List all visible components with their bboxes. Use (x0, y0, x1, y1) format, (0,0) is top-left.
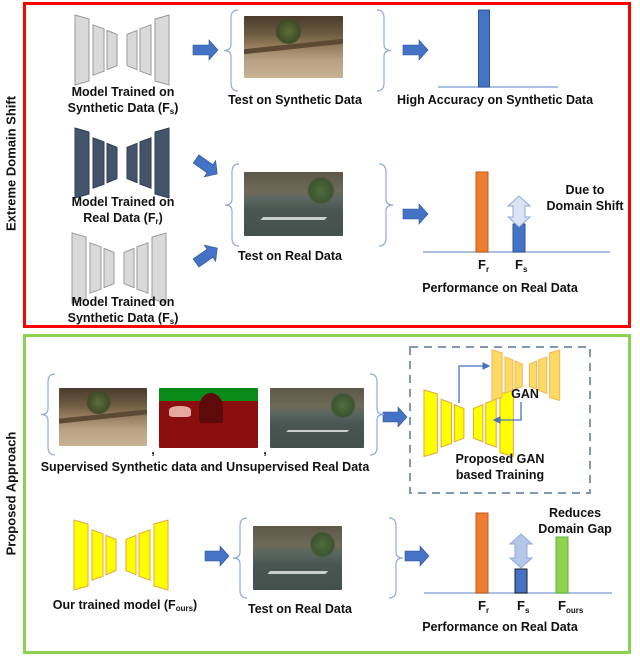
chart-tick-label: Fs (515, 257, 528, 274)
network-layer-block (74, 14, 90, 86)
test-label-real: Test on Real Data (238, 249, 342, 263)
chart-bar (475, 171, 489, 253)
network-icon-gan-segmenter (423, 389, 514, 458)
model-label-line1: Model Trained on (71, 85, 175, 99)
data-label: Supervised Synthetic data and Unsupervis… (40, 460, 370, 474)
network-layer-block (105, 534, 117, 576)
flow-arrows (192, 39, 430, 567)
network-icon-synthetic-bottom (71, 232, 167, 304)
chart-bar (475, 512, 489, 594)
chart-synthetic-accuracy (438, 9, 558, 88)
network-layer-block (139, 24, 152, 76)
network-layer-block (103, 247, 115, 289)
chart-bar (512, 223, 526, 253)
network-layer-block (74, 127, 90, 199)
network-layer-block (125, 534, 137, 576)
double-arrow-icon (508, 533, 534, 569)
test-label-synthetic: Test on Synthetic Data (228, 93, 362, 107)
network-layer-block (138, 529, 151, 581)
flow-arrow-icon (402, 39, 429, 61)
network-layer-block (71, 232, 87, 304)
chart-tick-label: Fr (478, 598, 489, 615)
network-layer-block (154, 14, 170, 86)
annotation-domain-gap: Reduces Domain Gap (520, 505, 630, 537)
flow-arrow-icon (402, 203, 429, 225)
network-layer-block (423, 389, 438, 458)
network-layer-block (106, 142, 118, 184)
brace-icon (388, 517, 404, 599)
test-label-real-ours: Test on Real Data (248, 602, 352, 616)
training-label: Proposed GAN based Training (430, 451, 570, 483)
model-label-synthetic-top: Model Trained on Synthetic Data (Fs) (58, 84, 188, 120)
model-label-line2: Synthetic Data (Fs) (67, 101, 179, 116)
network-layer-block (453, 403, 465, 443)
network-layer-block (472, 403, 484, 443)
result-label-real-ours: Performance on Real Data (422, 620, 578, 634)
separator-comma: , (263, 443, 267, 457)
double-arrow-icon (506, 195, 532, 228)
network-layer-block (549, 349, 561, 402)
network-layer-block (485, 398, 497, 448)
result-label-real: Performance on Real Data (422, 281, 578, 295)
model-label-line1: Model Trained on (71, 195, 175, 209)
network-layer-block (139, 137, 152, 189)
network-layer-block (89, 242, 102, 294)
model-label-synthetic-bottom: Model Trained on Synthetic Data (Fs) (58, 294, 188, 330)
network-layer-block (123, 247, 135, 289)
network-layer-block (491, 349, 503, 402)
network-layer-block (73, 519, 89, 591)
network-layer-block (440, 398, 453, 448)
brace-icon (369, 373, 385, 456)
brace-icon (232, 517, 248, 599)
model-label-ours: Our trained model (Fours) (52, 598, 198, 613)
annotation-line2: Domain Shift (546, 199, 624, 213)
flow-arrow-icon (204, 545, 230, 567)
gan-forward-arrow (458, 362, 491, 403)
annotation-domain-shift: Due to Domain Shift (540, 182, 630, 214)
training-label-line1: Proposed GAN (455, 452, 545, 466)
annotation-line1: Reduces (548, 506, 602, 520)
network-layer-block (126, 142, 138, 184)
annotation-line2: Domain Gap (538, 522, 612, 536)
network-layer-block (153, 519, 169, 591)
network-layer-block (126, 29, 138, 71)
network-layer-block (92, 137, 105, 189)
chart-bar (555, 536, 569, 594)
chart-tick-label: Fs (517, 598, 530, 615)
chart-bar (478, 9, 490, 88)
network-layer-block (106, 29, 118, 71)
flow-arrow-icon (404, 545, 430, 567)
network-icon-synthetic-top (74, 14, 170, 86)
model-label-real: Model Trained on Real Data (Fr) (58, 194, 188, 230)
brace-icon (224, 163, 240, 247)
brace-icon (223, 9, 239, 92)
training-label-line2: based Training (455, 468, 545, 482)
chart-tick-label: Fr (478, 257, 489, 274)
annotation-line1: Due to (565, 183, 605, 197)
network-layer-block (151, 232, 167, 304)
chart-bar (514, 568, 528, 594)
brace-icon (376, 9, 392, 92)
gan-label: GAN (511, 387, 539, 401)
separator-comma: , (151, 443, 155, 457)
chart-tick-label: Fours (558, 598, 584, 615)
network-layer-block (92, 24, 105, 76)
network-layer-block (154, 127, 170, 199)
network-layer-block (136, 242, 149, 294)
flow-arrow-icon (382, 406, 408, 428)
brace-icon (378, 163, 394, 247)
model-label-line1: Model Trained on (71, 295, 175, 309)
flow-arrow-icon (192, 39, 219, 61)
network-layer-block (91, 529, 104, 581)
flow-arrow-icon (192, 154, 218, 178)
network-icon-ours (73, 519, 169, 591)
brace-icon (40, 373, 56, 456)
model-label-line2: Synthetic Data (Fs) (67, 311, 179, 326)
flow-arrow-icon (192, 244, 218, 268)
model-label-line2: Real Data (Fr) (83, 211, 163, 226)
result-label-synthetic: High Accuracy on Synthetic Data (396, 93, 594, 107)
network-icon-real (74, 127, 170, 199)
